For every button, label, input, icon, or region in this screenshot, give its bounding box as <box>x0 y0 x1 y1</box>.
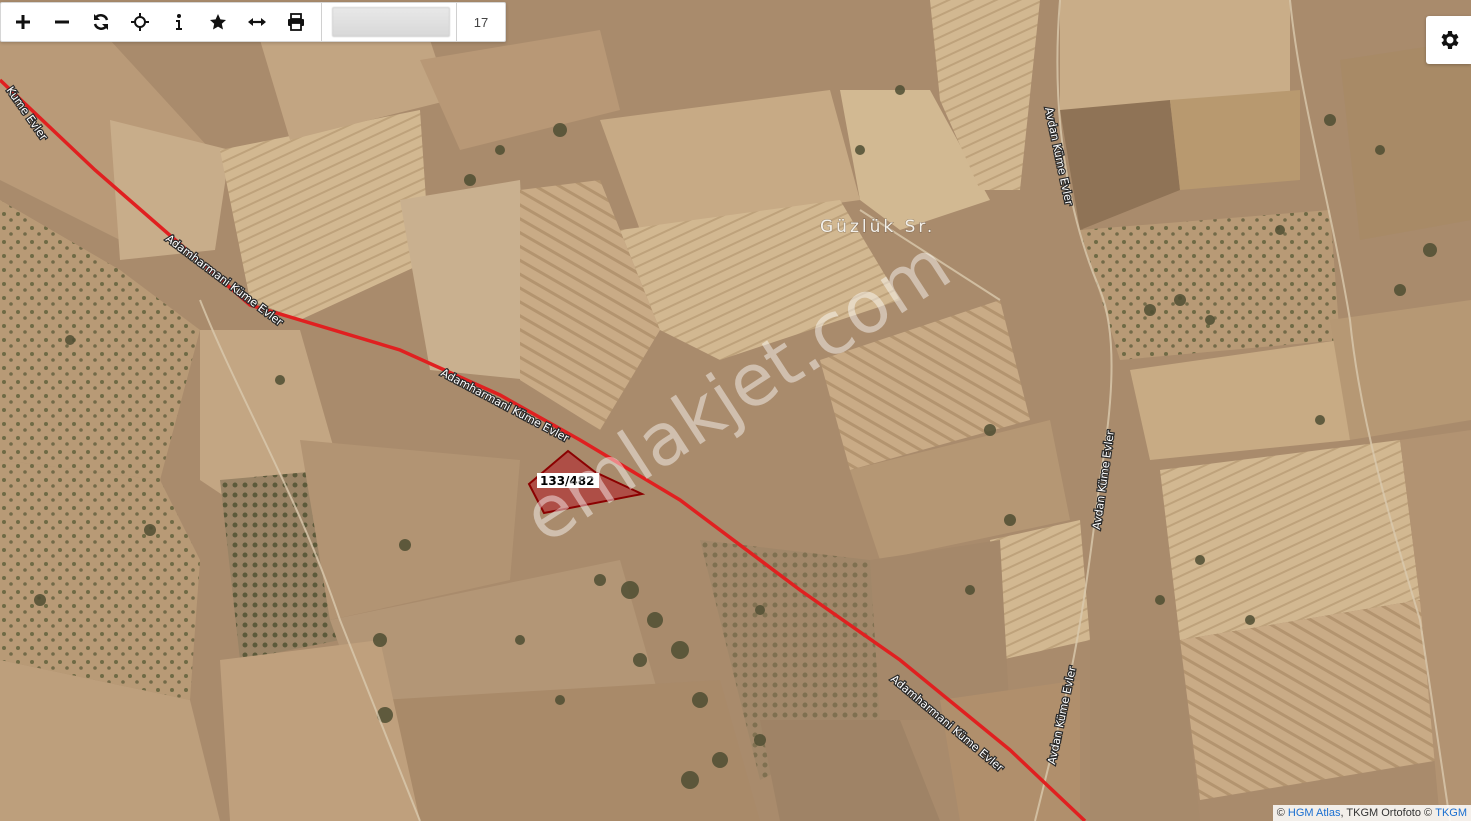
info-button[interactable] <box>159 3 198 41</box>
star-icon <box>209 14 226 30</box>
minus-icon <box>54 20 69 24</box>
crosshair-icon <box>130 13 149 31</box>
settings-button[interactable] <box>1426 16 1471 64</box>
measure-button[interactable] <box>237 3 276 41</box>
satellite-map[interactable]: 133/482 Kume Evler Adamharmani Küme Evle… <box>0 0 1471 821</box>
printer-icon <box>287 13 304 31</box>
search-box <box>322 3 456 41</box>
tool-buttons <box>1 3 321 41</box>
hgm-atlas-link[interactable]: HGM Atlas <box>1288 807 1341 819</box>
attribution-prefix: © <box>1276 807 1285 819</box>
favorite-button[interactable] <box>198 3 237 41</box>
gear-icon <box>1441 31 1458 49</box>
zoom-in-button[interactable] <box>3 3 42 41</box>
plus-icon <box>15 15 30 29</box>
refresh-icon <box>93 14 108 30</box>
map-attribution: © HGM Atlas, TKGM Ortofoto © TKGM <box>1272 805 1471 821</box>
search-input[interactable] <box>332 7 450 37</box>
attribution-middle: , TKGM Ortofoto © <box>1340 807 1433 819</box>
tkgm-link[interactable]: TKGM <box>1435 807 1467 819</box>
locate-button[interactable] <box>120 3 159 41</box>
measure-icon <box>247 18 266 26</box>
info-icon <box>175 14 182 30</box>
zoom-out-button[interactable] <box>42 3 81 41</box>
map-toolbar: 17 <box>0 2 506 42</box>
print-button[interactable] <box>276 3 315 41</box>
zoom-level: 17 <box>456 3 505 41</box>
refresh-button[interactable] <box>81 3 120 41</box>
